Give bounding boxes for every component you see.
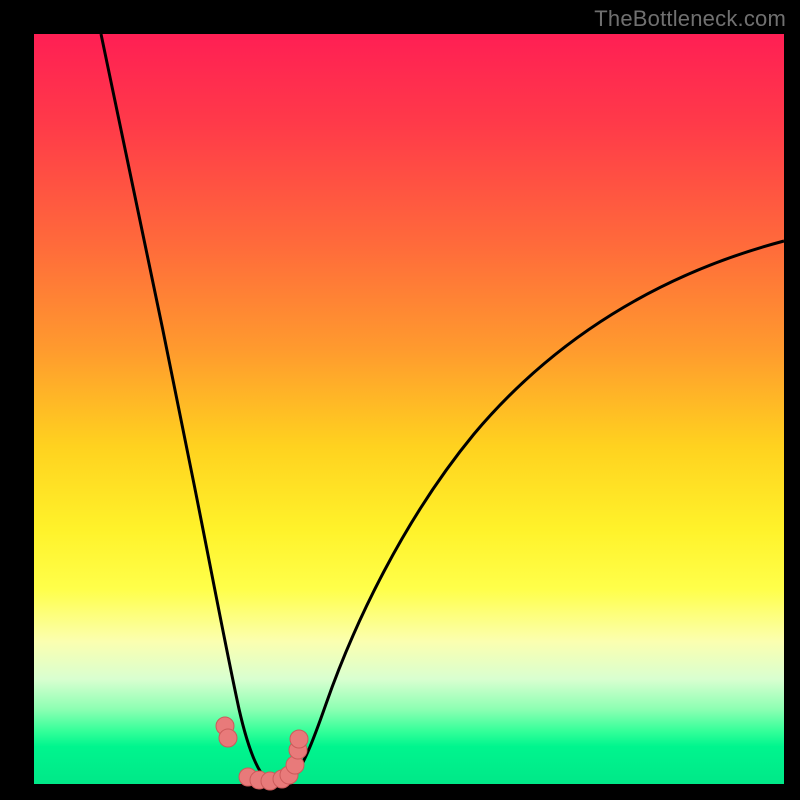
marker-dot [219, 729, 237, 747]
curve-layer [34, 34, 784, 784]
plot-area [34, 34, 784, 784]
curve-left-branch [101, 34, 266, 779]
marker-dot [290, 730, 308, 748]
chart-frame: TheBottleneck.com [0, 0, 800, 800]
marker-group [216, 717, 308, 790]
watermark-text: TheBottleneck.com [594, 6, 786, 32]
curve-right-branch [292, 241, 784, 778]
